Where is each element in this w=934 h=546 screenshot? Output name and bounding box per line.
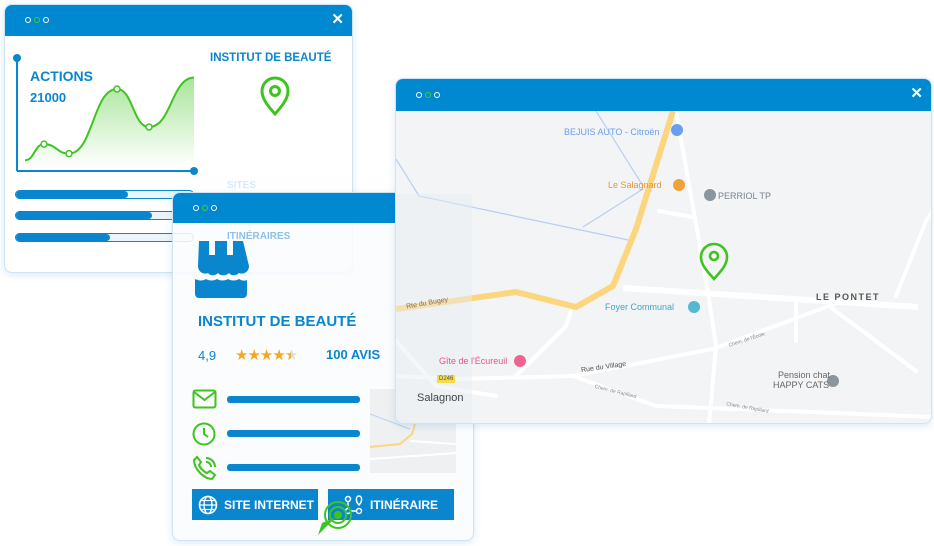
window-header: ✕ <box>396 79 931 111</box>
star-icon: ★ <box>247 347 260 364</box>
chart-point <box>113 85 121 93</box>
chart-point <box>65 149 73 158</box>
car-dealer-pin-icon[interactable] <box>671 124 683 136</box>
click-cursor-icon <box>318 501 352 535</box>
dot-icon <box>202 205 208 211</box>
road-badge: D246 <box>437 375 456 383</box>
business-name: INSTITUT DE BEAUTÉ <box>210 52 332 64</box>
phone-placeholder-line <box>227 464 360 471</box>
globe-icon <box>198 495 218 514</box>
dot-icon <box>416 92 422 98</box>
business-name: INSTITUT DE BEAUTÉ <box>198 313 357 330</box>
close-icon[interactable]: ✕ <box>331 10 344 28</box>
progress-bar <box>15 211 194 220</box>
window-header: ✕ <box>5 5 352 36</box>
dot-icon <box>425 92 431 98</box>
actions-chart <box>13 54 198 175</box>
directions-label: ITINÉRAIRE <box>370 497 439 512</box>
star-icon: ★ <box>235 347 248 364</box>
place-label: HAPPY CATS <box>773 380 830 390</box>
rating-value: 4,9 <box>198 348 217 363</box>
dot-icon <box>34 17 40 23</box>
community-pin-icon[interactable] <box>688 301 700 313</box>
restaurant-pin-icon[interactable] <box>673 179 685 191</box>
road <box>396 209 931 419</box>
dot-icon <box>434 92 440 98</box>
place-label: Salagnon <box>417 392 464 404</box>
bar-label-itineraires: ITINÉRAIRES <box>227 231 291 242</box>
dot-icon <box>43 17 49 23</box>
star-icon: ★ <box>272 347 285 364</box>
progress-bar-sites <box>15 190 194 199</box>
mail-icon <box>192 389 217 409</box>
axis-end <box>190 167 198 175</box>
website-button[interactable]: SITE INTERNET <box>192 489 318 520</box>
bar-label-sites: SITES <box>227 180 256 191</box>
dot-icon <box>211 205 217 211</box>
window-dots <box>416 92 440 98</box>
window-dots <box>193 205 217 211</box>
dot-icon <box>193 205 199 211</box>
place-label: Pension chat <box>778 370 831 380</box>
star-icon: ★ <box>259 347 273 364</box>
place-label: Le Salagnard <box>608 180 662 190</box>
close-icon[interactable]: ✕ <box>910 84 923 102</box>
star-rating: ★★★★★ <box>235 346 298 364</box>
place-label: LE PONTET <box>816 292 881 302</box>
chart-point <box>40 140 48 148</box>
window-header <box>173 193 395 223</box>
place-pin-icon[interactable] <box>704 189 716 201</box>
place-label: PERRIOL TP <box>718 191 772 201</box>
website-label: SITE INTERNET <box>224 497 315 512</box>
place-label: Gîte de l'Écureuil <box>439 356 508 366</box>
dot-icon <box>25 17 31 23</box>
place-label: BEJUIS AUTO - Citroën <box>564 127 660 137</box>
axis-end <box>13 54 21 62</box>
storefront-icon <box>195 241 249 298</box>
map-window: ✕ BEJUIS AUTO - Citroën Le Salagnard PER… <box>395 78 932 424</box>
map-canvas[interactable]: BEJUIS AUTO - Citroën Le Salagnard PERRI… <box>396 111 931 423</box>
road <box>674 111 719 423</box>
metric-value: 21000 <box>30 90 67 105</box>
phone-icon <box>192 455 217 481</box>
clock-icon <box>192 422 216 446</box>
chart-point <box>145 123 153 131</box>
hours-placeholder-line <box>227 430 360 437</box>
star-icon: ★ <box>284 347 298 364</box>
window-dots <box>25 17 49 23</box>
metric-label: ACTIONS <box>30 68 93 84</box>
map-pin-icon <box>260 76 290 117</box>
review-count[interactable]: 100 AVIS <box>326 347 380 362</box>
email-placeholder-line <box>227 396 360 403</box>
lodging-pin-icon[interactable] <box>514 355 526 367</box>
progress-bar-itineraires <box>15 233 194 242</box>
place-label: Foyer Communal <box>605 302 675 312</box>
